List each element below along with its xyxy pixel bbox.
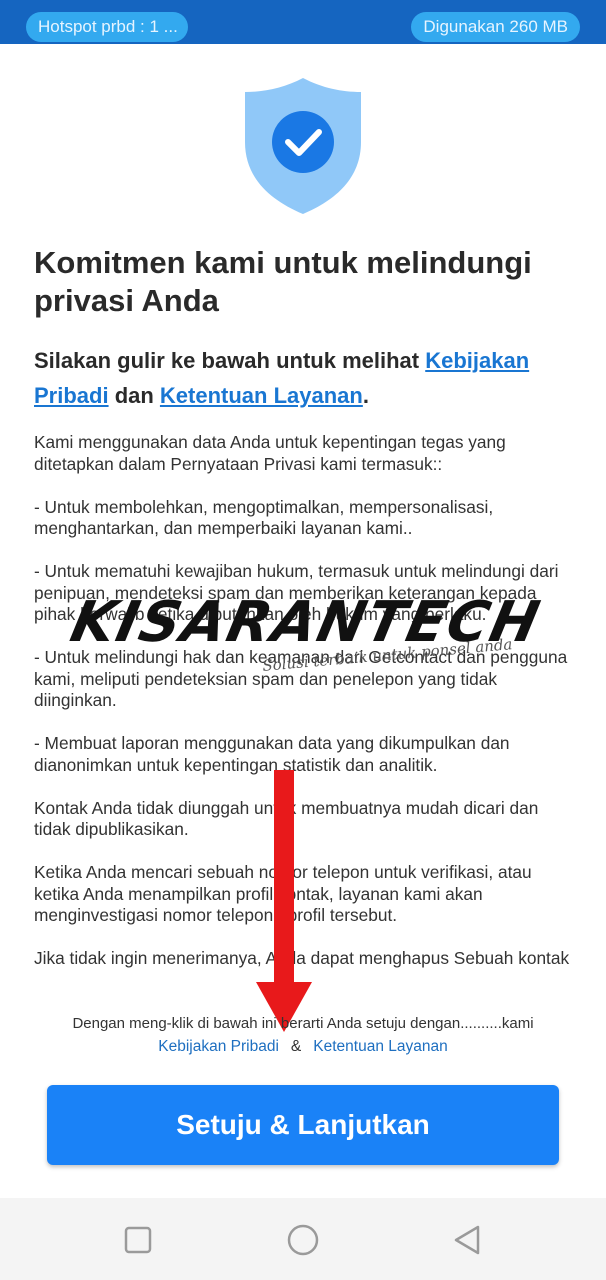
page-title: Komitmen kami untuk melindungi privasi A… — [34, 245, 532, 318]
agreement-ampersand: & — [290, 1038, 302, 1055]
hotspot-indicator[interactable]: Hotspot prbd : 1 ... — [26, 12, 188, 42]
agreement-text: Dengan meng-klik di bawah ini berarti An… — [72, 1015, 534, 1032]
home-circle-icon[interactable] — [285, 1222, 321, 1258]
agreement-terms-link[interactable]: Ketentuan Layanan — [313, 1038, 447, 1055]
agree-continue-button[interactable]: Setuju & Lanjutkan — [47, 1085, 559, 1165]
body-paragraph: Kami menggunakan data Anda untuk kepenti… — [34, 432, 506, 474]
terms-of-service-link[interactable]: Ketentuan Layanan — [160, 383, 363, 408]
recent-apps-square-icon[interactable] — [120, 1222, 156, 1258]
subtitle-suffix: . — [362, 383, 369, 408]
system-nav-bar — [0, 1198, 606, 1280]
subtitle-middle: dan — [108, 383, 160, 408]
agreement-privacy-link[interactable]: Kebijakan Pribadi — [158, 1038, 279, 1055]
back-triangle-icon[interactable] — [450, 1222, 486, 1258]
body-paragraph: - Untuk membolehkan, mengoptimalkan, mem… — [34, 496, 494, 539]
agreement-links: Kebijakan Pribadi & Ketentuan Layanan — [20, 1036, 586, 1058]
body-paragraph: - Untuk mematuhi kewajiban hukum, termas… — [34, 561, 559, 624]
body-paragraph: - Untuk melindungi hak dan keamanan dari… — [34, 647, 568, 710]
status-bar: Hotspot prbd : 1 ... Digunakan 260 MB — [0, 0, 606, 44]
scroll-instruction: Silakan gulir ke bawah untuk melihat Keb… — [34, 343, 574, 413]
red-arrow-annotation — [254, 770, 314, 1035]
shield-check-icon — [244, 78, 362, 214]
data-usage-indicator[interactable]: Digunakan 260 MB — [411, 12, 580, 42]
subtitle-prefix: Silakan gulir ke bawah untuk melihat — [34, 348, 426, 373]
